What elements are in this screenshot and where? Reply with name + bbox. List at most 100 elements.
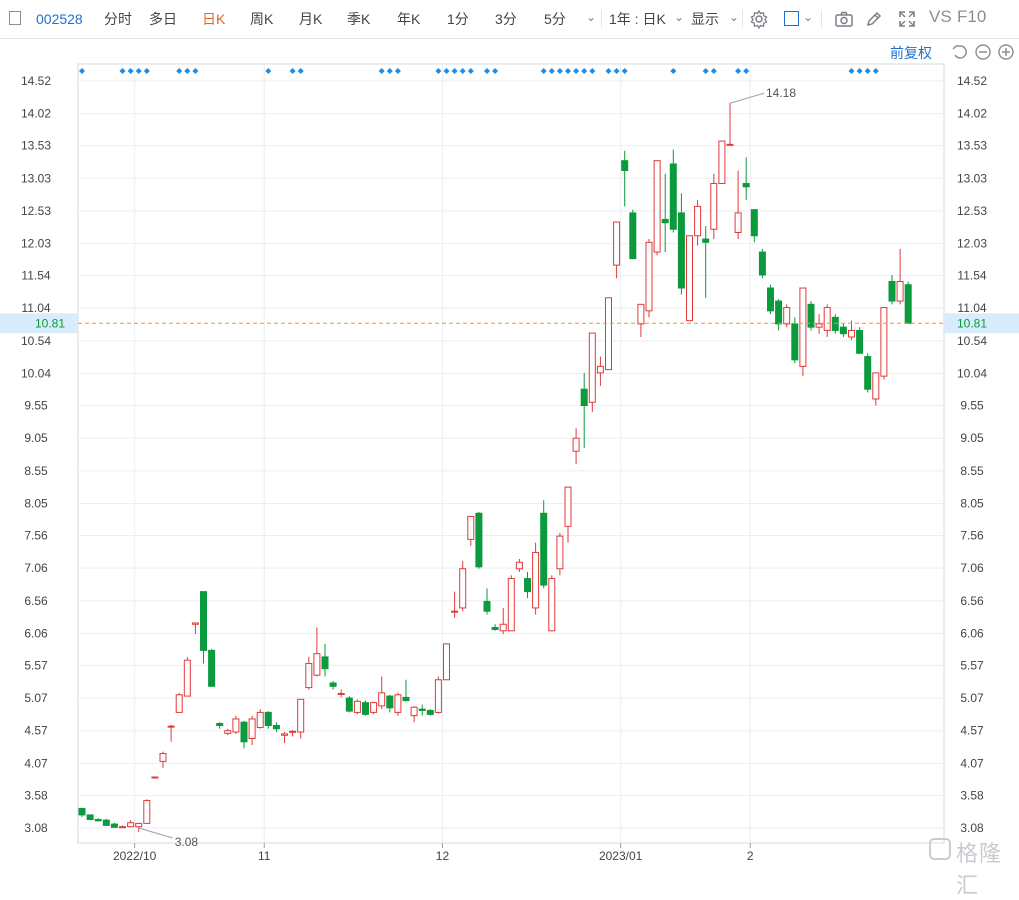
candle-body-up <box>515 561 523 570</box>
tab-3min[interactable]: 3分 <box>495 11 517 27</box>
signal-marker-icon <box>872 68 879 74</box>
f10-button[interactable]: F10 <box>957 8 986 25</box>
y-tick-label-right: 12.03 <box>957 237 987 251</box>
tab-weekly-k[interactable]: 周K <box>250 11 273 27</box>
y-tick-label-right: 9.55 <box>960 399 984 413</box>
y-tick-label-left: 4.07 <box>24 756 48 770</box>
candle-body-up <box>167 725 175 728</box>
y-tick-label-left: 3.58 <box>24 788 48 802</box>
tab-monthly-k[interactable]: 月K <box>299 11 322 27</box>
candle-body-up <box>119 826 126 829</box>
candle-body-down <box>831 316 839 331</box>
candle-body-up <box>815 323 823 328</box>
candle-body-up <box>410 706 418 717</box>
y-tick-label-left: 5.57 <box>24 658 48 672</box>
candle-body-up <box>281 733 288 736</box>
candle-body-down <box>767 287 774 312</box>
fullscreen-icon[interactable] <box>897 9 917 29</box>
tab-yearly-k[interactable]: 年K <box>397 11 420 27</box>
pencil-icon[interactable] <box>864 9 884 29</box>
candle-body-down <box>86 814 94 820</box>
candle-body-down <box>483 600 491 612</box>
tab-daily-k[interactable]: 日K <box>202 11 225 27</box>
tab-duori[interactable]: 多日 <box>149 11 177 27</box>
candle-body-up <box>896 280 904 302</box>
signal-marker-icon <box>467 68 474 74</box>
candle-body-up <box>248 718 256 740</box>
candle-body-up <box>151 776 159 779</box>
y-tick-label-right: 7.06 <box>960 561 984 575</box>
candle-body-up <box>694 205 702 237</box>
y-tick-label-right: 4.07 <box>960 756 984 770</box>
max-leader-line <box>729 92 765 104</box>
candle-body-down <box>426 709 434 715</box>
chart-grid <box>77 63 945 844</box>
min-price-label: 3.08 <box>175 835 199 849</box>
tab-fenshi[interactable]: 分时 <box>104 11 132 27</box>
tab-5min[interactable]: 5分 <box>544 11 566 27</box>
min-leader-line <box>138 827 173 839</box>
vs-button[interactable]: VS <box>929 8 952 25</box>
y-tick-label-left: 6.56 <box>24 594 48 608</box>
candle-body-up <box>823 307 831 331</box>
candle-body-down <box>272 724 280 730</box>
signal-markers <box>79 68 879 74</box>
y-tick-label-left: 7.56 <box>24 528 48 542</box>
range-select[interactable]: 1年 : 日K <box>609 11 666 27</box>
signal-marker-icon <box>581 68 588 74</box>
y-tick-label-right: 5.57 <box>960 658 984 672</box>
candle-body-up <box>588 332 596 403</box>
toolbar-checkbox[interactable] <box>9 11 21 25</box>
y-tick-label-left: 9.55 <box>24 399 48 413</box>
candle-body-up <box>313 653 321 676</box>
signal-marker-icon <box>735 68 742 74</box>
y-tick-label-right: 10.54 <box>957 334 987 348</box>
signal-marker-icon <box>394 68 401 74</box>
candle-body-up <box>443 643 450 681</box>
toolbar-divider <box>601 10 602 28</box>
candle-body-down <box>200 591 207 651</box>
tab-quarterly-k[interactable]: 季K <box>347 11 370 27</box>
y-tick-label-left: 10.04 <box>21 367 51 381</box>
watermark-logo-icon <box>929 838 951 860</box>
candle-body-down <box>856 329 864 354</box>
y-tick-label-left: 13.03 <box>21 171 51 185</box>
candle-body-down <box>524 578 531 593</box>
x-tick-label: 2 <box>747 849 754 863</box>
gear-icon[interactable] <box>749 9 769 29</box>
display-select[interactable]: 显示 <box>691 11 719 27</box>
square-icon[interactable] <box>784 11 799 26</box>
candle-body-down <box>621 160 629 171</box>
chevron-down-icon[interactable]: ⌄ <box>803 10 813 24</box>
chevron-down-icon[interactable]: ⌄ <box>674 10 684 24</box>
signal-marker-icon <box>297 68 304 74</box>
candle-body-down <box>742 183 750 188</box>
candle-body-down <box>775 300 783 325</box>
signal-marker-icon <box>265 68 272 74</box>
chart-toolbar: 002528 分时 多日 日K 周K 月K 季K 年K 1分 3分 5分 ⌄ 1… <box>0 0 1019 39</box>
signal-marker-icon <box>565 68 571 74</box>
signal-marker-icon <box>192 68 199 74</box>
watermark-text: 格隆汇 <box>956 841 1003 898</box>
candle-body-up <box>143 800 151 824</box>
candle-body-down <box>791 323 799 361</box>
y-tick-label-right: 9.05 <box>960 431 984 445</box>
signal-marker-icon <box>386 68 393 74</box>
y-tick-label-right: 12.53 <box>957 204 987 218</box>
y-tick-label-left: 6.06 <box>24 626 48 640</box>
plot-frame <box>77 63 945 844</box>
chevron-down-icon[interactable]: ⌄ <box>586 10 596 24</box>
camera-icon[interactable] <box>834 9 854 29</box>
signal-marker-icon <box>540 68 547 74</box>
tab-1min[interactable]: 1分 <box>447 11 469 27</box>
candle-body-up <box>605 297 612 371</box>
signal-marker-icon <box>443 68 450 74</box>
y-tick-label-left: 5.07 <box>24 691 48 705</box>
candle-body-up <box>596 365 604 374</box>
y-tick-label-right: 14.02 <box>957 107 987 121</box>
chevron-down-icon[interactable]: ⌄ <box>729 10 739 24</box>
candle-body-up <box>394 694 402 713</box>
signal-marker-icon <box>459 68 466 74</box>
candle-body-down <box>677 212 685 289</box>
candles <box>78 103 912 832</box>
